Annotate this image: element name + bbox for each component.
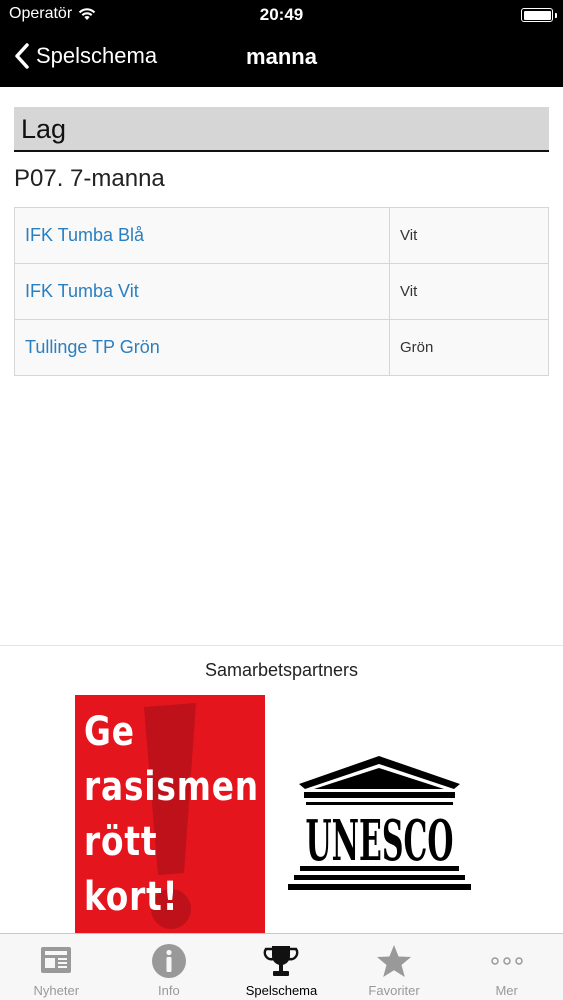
team-link[interactable]: IFK Tumba Vit [14, 263, 390, 320]
more-icon [490, 957, 523, 965]
table-row: IFK Tumba Blå Vit [14, 207, 549, 264]
star-icon [377, 945, 412, 977]
tab-nyheter[interactable]: Nyheter [0, 934, 113, 1000]
newspaper-icon [41, 947, 72, 973]
table-row: IFK Tumba Vit Vit [14, 263, 549, 320]
team-link[interactable]: Tullinge TP Grön [14, 319, 390, 376]
chevron-left-icon [15, 43, 29, 69]
team-color: Grön [389, 319, 549, 376]
back-button[interactable]: Spelschema [14, 42, 157, 70]
nav-bar: Spelschema manna [0, 30, 563, 87]
team-table: IFK Tumba Blå Vit IFK Tumba Vit Vit Tull… [14, 207, 549, 376]
battery-icon [521, 8, 557, 22]
partners-title: Samarbetspartners [204, 660, 359, 680]
status-time: 20:49 [259, 5, 304, 24]
main-content: Lag P07. 7-manna IFK Tumba Blå Vit IFK T… [0, 87, 563, 645]
tab-label: Info [158, 983, 180, 998]
table-row: Tullinge TP Grön Grön [14, 319, 549, 376]
unesco-logo[interactable]: UNESCO [282, 756, 477, 901]
ge-rasismen-rott-kort-logo[interactable]: Ge rasismen rött kort! [75, 695, 265, 933]
trophy-icon [264, 946, 299, 976]
tab-label: Spelschema [245, 983, 318, 998]
tab-label: Favoriter [368, 983, 420, 998]
partners-section: Samarbetspartners Ge rasismen rött kort!… [0, 645, 563, 933]
tab-bar: Nyheter Info Spelschema Favoriter Mer [0, 933, 563, 1000]
tab-info[interactable]: Info [113, 934, 226, 1000]
team-color: Vit [389, 207, 549, 264]
logo-text: Ge rasismen rött kort! [84, 709, 259, 920]
back-label: Spelschema [36, 43, 158, 68]
info-icon [151, 944, 186, 978]
status-bar: Operatör 20:49 [0, 0, 563, 30]
tab-label: Mer [495, 983, 518, 998]
tab-spelschema[interactable]: Spelschema [225, 934, 338, 1000]
tab-mer[interactable]: Mer [450, 934, 563, 1000]
team-link[interactable]: IFK Tumba Blå [14, 207, 390, 264]
tab-label: Nyheter [33, 983, 80, 998]
team-color: Vit [389, 263, 549, 320]
group-title: P07. 7-manna [14, 165, 165, 192]
tab-favoriter[interactable]: Favoriter [338, 934, 451, 1000]
section-header: Lag [14, 107, 549, 152]
svg-text:UNESCO: UNESCO [306, 808, 454, 874]
